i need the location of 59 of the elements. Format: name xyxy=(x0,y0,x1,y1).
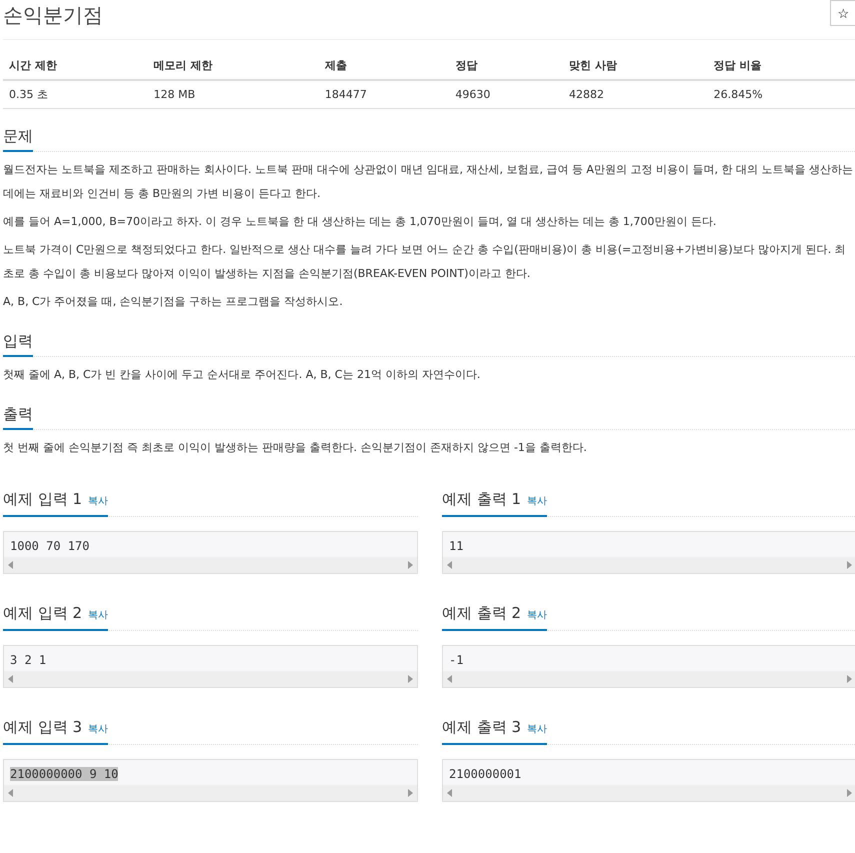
paragraph: 첫째 줄에 A, B, C가 빈 칸을 사이에 두고 순서대로 주어진다. A, B, C는 21억 이하의 자연수이다. xyxy=(3,367,482,383)
section-heading: 문제 xyxy=(3,127,33,152)
sample-title: 예제 출력 3 xyxy=(442,718,522,737)
page-title: 손익분기점 xyxy=(3,2,103,29)
scroll-left-icon[interactable] xyxy=(8,789,13,797)
copy-link[interactable]: 복사 xyxy=(527,722,548,736)
table-cell: 0.35 초 xyxy=(3,80,148,108)
scroll-left-icon[interactable] xyxy=(8,561,13,569)
scroll-right-icon[interactable] xyxy=(408,561,413,569)
paragraph: 노트북 가격이 C만원으로 책정되었다고 한다. 일반적으로 생산 대수를 늘려 가다 보면 어느 순간 총 수입(판매비용)이 총 비용(=고정비용+가변비용)보다 많아지게 된다. 최초로 총 수입이 총 비용보다 많아져 이익이 발생하는 지점을 손익분기점(BREAK-EVEN POINT)이라고 한다. xyxy=(3,242,847,282)
scroll-left-icon[interactable] xyxy=(447,675,452,683)
scroll-left-icon[interactable] xyxy=(447,561,452,569)
sample-code: 1000 70 170 xyxy=(10,539,90,553)
sample-title: 예제 입력 2 xyxy=(3,604,82,623)
sample-title: 예제 입력 3 xyxy=(3,718,82,737)
sample-code: 2100000001 xyxy=(449,767,522,781)
star-button[interactable]: ☆ xyxy=(830,0,855,26)
paragraph: A, B, C가 주어졌을 때, 손익분기점을 구하는 프로그램을 작성하시오. xyxy=(3,294,344,310)
horizontal-scrollbar[interactable] xyxy=(443,785,855,801)
column-header: 시간 제한 xyxy=(3,52,148,80)
copy-link[interactable]: 복사 xyxy=(527,494,548,508)
table-cell: 49630 xyxy=(449,80,563,108)
section-heading: 출력 xyxy=(3,405,33,430)
column-header: 정답 xyxy=(449,52,563,80)
horizontal-scrollbar[interactable] xyxy=(443,557,855,573)
scroll-right-icon[interactable] xyxy=(408,675,413,683)
column-header: 제출 xyxy=(318,52,450,80)
sample-title: 예제 입력 1 xyxy=(3,490,82,509)
paragraph: 월드전자는 노트북을 제조하고 판매하는 회사이다. 노트북 판매 대수에 상관없이 매년 임대료, 재산세, 보험료, 급여 등 A만원의 고정 비용이 들며, 한 대의 노트북을 생산하는 데에는 재료비와 인건비 등 총 B만원의 가변 비용이 든다고 한다. xyxy=(3,162,854,202)
sample-code: 11 xyxy=(449,539,464,553)
table-cell: 42882 xyxy=(562,80,708,108)
copy-link[interactable]: 복사 xyxy=(527,608,548,622)
scroll-right-icon[interactable] xyxy=(847,561,852,569)
horizontal-scrollbar[interactable] xyxy=(4,557,417,573)
copy-link[interactable]: 복사 xyxy=(88,608,108,622)
sample-code: 2100000000 9 10 xyxy=(10,767,118,781)
table-cell: 26.845% xyxy=(708,80,855,108)
sample-title: 예제 출력 2 xyxy=(442,604,522,623)
sample-title: 예제 출력 1 xyxy=(442,490,522,509)
horizontal-scrollbar[interactable] xyxy=(4,671,417,687)
scroll-right-icon[interactable] xyxy=(847,675,852,683)
copy-link[interactable]: 복사 xyxy=(88,494,108,508)
section-heading: 입력 xyxy=(3,332,33,357)
column-header: 정답 비율 xyxy=(708,52,855,80)
paragraph: 예를 들어 A=1,000, B=70이라고 하자. 이 경우 노트북을 한 대 생산하는 데는 총 1,070만원이 들며, 열 대 생산하는 데는 총 1,700만원이 든다. xyxy=(3,214,718,230)
horizontal-scrollbar[interactable] xyxy=(4,785,417,801)
column-header: 메모리 제한 xyxy=(148,52,319,80)
horizontal-scrollbar[interactable] xyxy=(443,671,855,687)
sample-code: -1 xyxy=(449,653,464,667)
paragraph: 첫 번째 줄에 손익분기점 즉 최초로 이익이 발생하는 판매량을 출력한다. 손익분기점이 존재하지 않으면 -1을 출력한다. xyxy=(3,440,588,456)
scroll-right-icon[interactable] xyxy=(408,789,413,797)
sample-code: 3 2 1 xyxy=(10,653,46,667)
scroll-left-icon[interactable] xyxy=(447,789,452,797)
table-cell: 128 MB xyxy=(148,80,319,108)
copy-link[interactable]: 복사 xyxy=(88,722,108,736)
table-cell: 184477 xyxy=(318,80,450,108)
scroll-left-icon[interactable] xyxy=(8,675,13,683)
column-header: 맞힌 사람 xyxy=(562,52,708,80)
scroll-right-icon[interactable] xyxy=(847,789,852,797)
